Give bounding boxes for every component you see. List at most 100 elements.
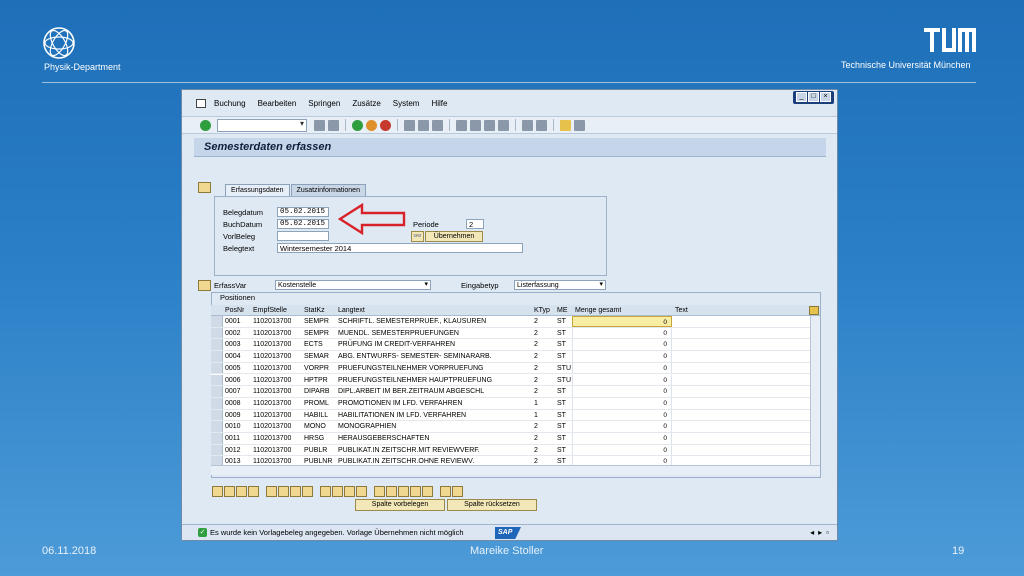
status-collapse-icon[interactable]: ▸ <box>818 528 822 537</box>
column-header-posnr[interactable]: PosNr <box>225 305 244 316</box>
tab-zusatzinformationen[interactable]: Zusatzinformationen <box>290 184 366 196</box>
menge-input[interactable]: 0 <box>572 421 672 432</box>
spalte-ruecksetzen-button[interactable]: Spalte rücksetzen <box>447 499 537 511</box>
text-input[interactable] <box>673 421 808 432</box>
sort-descending-icon[interactable] <box>386 486 397 497</box>
table-row[interactable]: 0001 1102013700 SEMPR SCHRIFTL. SEMESTERPRU… <box>211 316 820 328</box>
table-row[interactable]: 0003 1102013700 ECTS PRÜFUNG IM CREDIT-VERF… <box>211 339 820 352</box>
copy-row-icon[interactable] <box>290 486 301 497</box>
text-input[interactable] <box>673 410 808 421</box>
search-icon[interactable] <box>398 486 409 497</box>
find-next-icon[interactable] <box>432 119 443 131</box>
copy-icon[interactable] <box>332 486 343 497</box>
text-input[interactable] <box>673 316 808 327</box>
insert-mode-icon[interactable]: ▫ <box>826 528 829 537</box>
vorlbeleg-field[interactable] <box>277 231 329 241</box>
exit-icon[interactable] <box>366 119 377 131</box>
search-next-icon[interactable] <box>410 486 421 497</box>
menu-entry-icon[interactable] <box>196 98 206 108</box>
deselect-all-icon[interactable] <box>224 486 235 497</box>
text-input[interactable] <box>673 445 808 456</box>
close-icon[interactable]: × <box>820 92 831 102</box>
vertical-scrollbar[interactable] <box>810 316 820 465</box>
row-selector[interactable] <box>211 327 223 339</box>
table-row[interactable]: 0004 1102013700 SEMAR ABG. ENTWURFS- SEMEST… <box>211 351 820 363</box>
table-row[interactable]: 0008 1102013700 PROML PROMOTIONEN IM LFD. V… <box>211 397 820 410</box>
periode-field[interactable]: 2 <box>466 219 484 229</box>
menge-input[interactable]: 0 <box>572 397 672 409</box>
select-all-icon[interactable] <box>212 486 223 497</box>
text-input[interactable] <box>673 398 808 409</box>
table-row[interactable]: 0010 1102013700 MONO MONOGRAPHIEN 2 ST 0 <box>211 421 820 433</box>
menge-input[interactable]: 0 <box>572 456 672 465</box>
row-selector[interactable] <box>211 456 223 465</box>
menge-input[interactable]: 0 <box>572 316 672 327</box>
erfassvar-select[interactable]: Kostenstelle <box>275 280 431 290</box>
table-row[interactable]: 0006 1102013700 HPTPR PRUEFUNGSTEILNEHMER H… <box>211 374 820 387</box>
text-input[interactable] <box>673 433 808 444</box>
table-row[interactable]: 0011 1102013700 HRSG HERAUSGEBERSCHAFTEN 2 ST… <box>211 433 820 445</box>
text-input[interactable] <box>673 351 808 362</box>
template-glasses-icon[interactable]: 👓 <box>411 231 424 242</box>
column-header-statkz[interactable]: StatKz <box>304 305 325 316</box>
row-selector[interactable] <box>211 339 223 351</box>
menge-input[interactable]: 0 <box>572 327 672 339</box>
horizontal-scrollbar[interactable] <box>211 465 820 475</box>
row-selector[interactable] <box>211 316 223 327</box>
menge-input[interactable]: 0 <box>572 339 672 351</box>
layout-menu-icon[interactable] <box>574 119 585 131</box>
menge-input[interactable]: 0 <box>572 444 672 456</box>
belegdatum-field[interactable]: 05.02.2015 <box>277 207 329 217</box>
table-row[interactable]: 0009 1102013700 HABILL HABILITATIONEN IM LF… <box>211 409 820 422</box>
text-input[interactable] <box>673 375 808 386</box>
tab-erfassungsdaten[interactable]: Erfassungsdaten <box>225 184 290 196</box>
buchdatum-field[interactable]: 05.02.2015 <box>277 219 329 229</box>
shortcut-icon[interactable] <box>536 119 547 131</box>
table-row[interactable]: 0007 1102013700 DIPARB DIPL.ARBEIT IM BER.Z… <box>211 386 820 398</box>
menu-bearbeiten[interactable]: Bearbeiten <box>258 99 297 108</box>
back-arrow-icon[interactable] <box>314 119 325 131</box>
next-page-icon[interactable] <box>484 119 495 131</box>
spalte-vorbelegen-button[interactable]: Spalte vorbelegen <box>355 499 445 511</box>
table-row[interactable]: 0005 1102013700 VORPR PRUEFUNGSTEILNEHMER V… <box>211 362 820 375</box>
cancel-icon[interactable] <box>380 119 391 131</box>
command-field[interactable] <box>217 118 307 132</box>
table-row[interactable]: 0013 1102013700 PUBLNR PUBLIKAT.IN ZEITSCHR… <box>211 456 820 465</box>
find-icon[interactable] <box>418 119 429 131</box>
menu-zusaetze[interactable]: Zusätze <box>352 99 380 108</box>
menu-system[interactable]: System <box>393 99 420 108</box>
menge-input[interactable]: 0 <box>572 374 672 386</box>
text-input[interactable] <box>673 328 808 339</box>
text-input[interactable] <box>673 386 808 397</box>
previous-page-icon[interactable] <box>470 119 481 131</box>
back-icon[interactable] <box>352 119 363 131</box>
menge-input[interactable]: 0 <box>572 433 672 444</box>
menu-buchung[interactable]: Buchung <box>214 99 246 108</box>
first-page-icon[interactable] <box>456 119 467 131</box>
table-row[interactable]: 0002 1102013700 SEMPR MUENDL. SEMESTERPRUEF… <box>211 327 820 340</box>
positions-toggle-icon[interactable] <box>198 280 211 291</box>
paste-icon[interactable] <box>344 486 355 497</box>
row-selector[interactable] <box>211 397 223 409</box>
save-icon[interactable] <box>328 119 339 131</box>
move-row-icon[interactable] <box>302 486 313 497</box>
export-icon[interactable] <box>440 486 451 497</box>
column-header-ktyp[interactable]: KTyp <box>534 305 550 316</box>
minimize-icon[interactable]: _ <box>796 92 807 102</box>
row-selector[interactable] <box>211 386 223 397</box>
cut-icon[interactable] <box>320 486 331 497</box>
belegtext-field[interactable]: Wintersemester 2014 <box>277 243 523 253</box>
text-input[interactable] <box>673 363 808 374</box>
filter-icon[interactable] <box>422 486 433 497</box>
delete-row-icon[interactable] <box>278 486 289 497</box>
text-input[interactable] <box>673 456 808 465</box>
column-header-empfstelle[interactable]: EmpfStelle <box>253 305 287 316</box>
menu-hilfe[interactable]: Hilfe <box>431 99 447 108</box>
print-icon[interactable] <box>404 119 415 131</box>
sort-ascending-icon[interactable] <box>374 486 385 497</box>
enter-checkmark-icon[interactable] <box>200 119 211 131</box>
status-expand-icon[interactable]: ◂ <box>810 528 814 537</box>
clipboard-icon[interactable] <box>356 486 367 497</box>
row-selector[interactable] <box>211 421 223 432</box>
menge-input[interactable]: 0 <box>572 351 672 362</box>
